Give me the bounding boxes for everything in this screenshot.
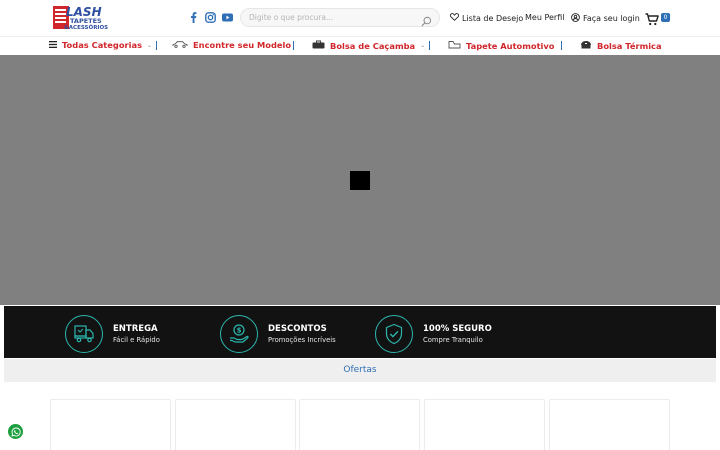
benefit-title: 100% SEGURO [423, 324, 492, 334]
nav-label: Bolsa de Caçamba [330, 40, 416, 51]
product-card[interactable] [50, 399, 171, 450]
chevron-down-icon: ⌄ [147, 41, 153, 49]
offers-heading[interactable]: Ofertas [4, 359, 716, 382]
search-input[interactable] [249, 11, 421, 24]
social-links [188, 12, 233, 23]
profile-label: Meu Perfil [525, 13, 565, 22]
benefit-delivery: ENTREGA Fácil e Rápido [65, 315, 160, 353]
whatsapp-icon[interactable] [8, 424, 23, 439]
nav-divider [429, 41, 430, 50]
svg-text:$: $ [237, 327, 242, 335]
svg-text:&ACESSÓRIOS: &ACESSÓRIOS [64, 24, 108, 31]
svg-text:TAPETES: TAPETES [70, 17, 102, 25]
benefit-subtitle: Compre Tranquilo [423, 336, 483, 344]
product-card[interactable] [424, 399, 545, 450]
login-link[interactable]: Faça seu login [571, 13, 640, 24]
cooler-icon [580, 40, 592, 51]
benefit-title: ENTREGA [113, 324, 158, 334]
product-card[interactable] [175, 399, 296, 450]
benefit-discounts: $ DESCONTOS Promoções Incríveis [220, 315, 336, 353]
chevron-down-icon: ⌄ [420, 42, 426, 49]
search-box [240, 8, 440, 27]
nav-divider [156, 41, 157, 50]
logo[interactable]: LASH TAPETES &ACESSÓRIOS [52, 4, 120, 31]
menu-icon [49, 40, 57, 50]
facebook-icon[interactable] [188, 12, 199, 23]
shield-check-icon [375, 315, 413, 353]
nav-label: Tapete Automotivo [466, 40, 555, 51]
category-nav: Todas Categorias ⌄ Encontre seu Modelo B… [0, 36, 720, 54]
nav-divider [561, 41, 562, 50]
delivery-truck-icon [65, 315, 103, 353]
search-icon[interactable] [421, 12, 432, 27]
cart-count-badge: 0 [661, 13, 670, 22]
nav-divider [293, 41, 294, 50]
discount-hand-icon: $ [220, 315, 258, 353]
benefit-title: DESCONTOS [268, 324, 327, 334]
benefit-secure: 100% SEGURO Compre Tranquilo [375, 315, 492, 353]
wishlist-link[interactable]: Lista de Desejo [449, 13, 524, 23]
nav-item-find-model[interactable]: Encontre seu Modelo [172, 40, 291, 50]
heart-icon [449, 13, 460, 23]
nav-label: Todas Categorias [62, 40, 143, 50]
loading-indicator [350, 171, 370, 190]
nav-item-car-mat[interactable]: Tapete Automotivo [448, 40, 555, 51]
youtube-icon[interactable] [222, 12, 233, 23]
header: LASH TAPETES &ACESSÓRIOS Digite o que pr… [0, 0, 720, 36]
nav-item-all-categories[interactable]: Todas Categorias ⌄ [49, 40, 152, 50]
benefit-subtitle: Promoções Incríveis [268, 336, 336, 344]
nav-item-cooler-bag[interactable]: Bolsa Térmica [580, 40, 662, 51]
cart-icon[interactable] [645, 11, 659, 26]
mat-icon [448, 40, 461, 51]
user-icon [571, 13, 580, 24]
benefits-bar: ENTREGA Fácil e Rápido $ DESCONTOS Promo… [4, 306, 716, 358]
wishlist-label: Lista de Desejo [462, 13, 524, 23]
product-card[interactable] [299, 399, 420, 450]
profile-link[interactable]: Meu Perfil [525, 13, 564, 22]
nav-label: Encontre seu Modelo [193, 40, 292, 50]
nav-item-truck-bag[interactable]: Bolsa de Caçamba ⌄ [312, 40, 425, 51]
instagram-icon[interactable] [205, 12, 216, 23]
login-label: Faça seu login [583, 14, 640, 23]
nav-label: Bolsa Térmica [597, 40, 662, 51]
benefit-subtitle: Fácil e Rápido [113, 336, 160, 344]
car-icon [172, 40, 188, 50]
product-card[interactable] [549, 399, 670, 450]
page: LASH TAPETES &ACESSÓRIOS Digite o que pr… [0, 0, 720, 450]
bag-icon [312, 40, 325, 51]
